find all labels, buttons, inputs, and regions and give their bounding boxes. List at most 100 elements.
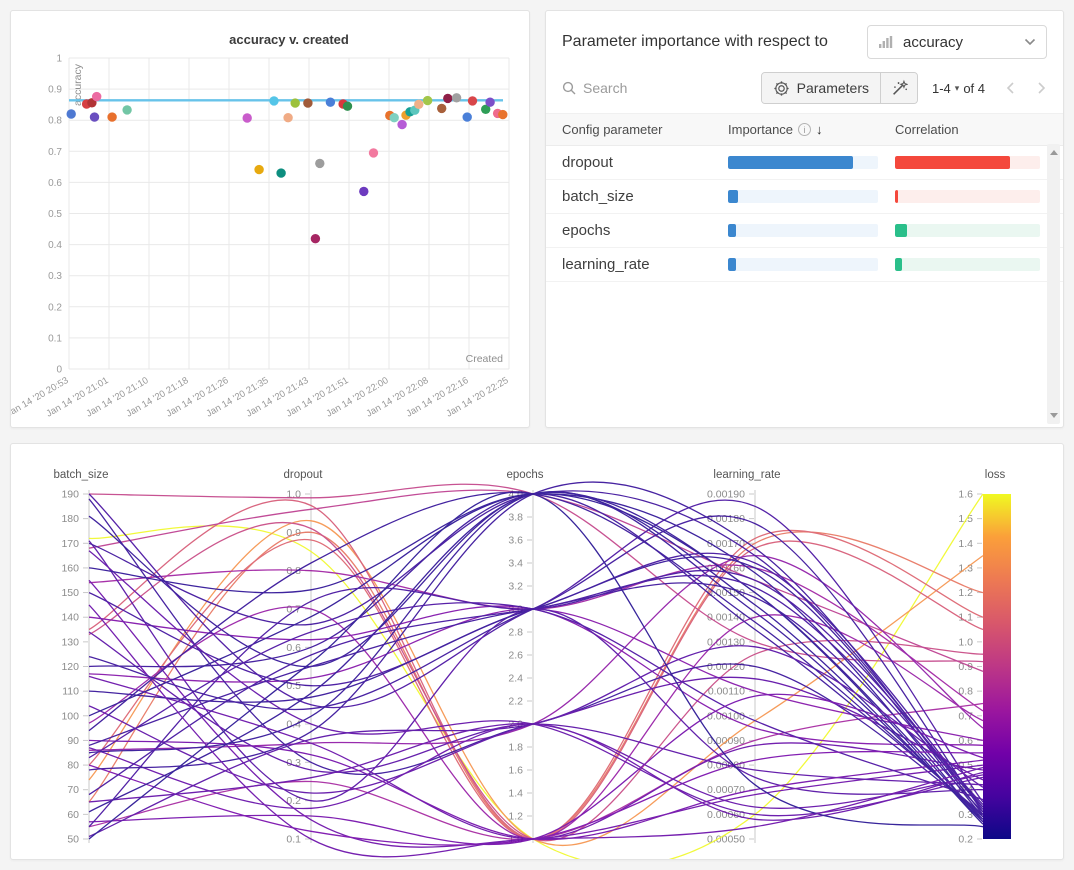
config-parameter-name: learning_rate	[562, 256, 728, 273]
y-tick-label: 0.7	[48, 147, 62, 158]
run-curve[interactable]	[89, 530, 983, 839]
chevron-right-icon	[1036, 81, 1047, 95]
scatter-plot[interactable]: Jan 14 '20 20:53Jan 14 '20 21:01Jan 14 '…	[11, 11, 529, 427]
axis-tick-label: 190	[61, 489, 79, 501]
axis-tick-label: 120	[61, 661, 79, 673]
y-tick-label: 0.9	[48, 85, 62, 96]
scatter-point[interactable]	[343, 102, 352, 111]
axis-tick-label: 0.8	[958, 686, 973, 698]
scatter-point[interactable]	[423, 96, 432, 105]
axis-tick-label: 0.00190	[707, 489, 745, 501]
axis-tick-label: 0.00170	[707, 538, 745, 550]
axis-tick-label: 0.7	[286, 604, 301, 616]
y-tick-label: 0.2	[48, 302, 62, 313]
scatter-point[interactable]	[437, 104, 446, 113]
triangle-down-icon[interactable]	[1050, 413, 1058, 418]
run-curve[interactable]	[89, 532, 983, 839]
info-icon[interactable]: i	[798, 123, 811, 136]
scatter-point[interactable]	[414, 100, 423, 109]
scatter-point[interactable]	[397, 120, 406, 129]
magic-wand-button[interactable]	[880, 73, 917, 103]
pagination-range[interactable]: 1-4	[932, 81, 951, 96]
scatter-point[interactable]	[269, 96, 278, 105]
axis-title: loss	[985, 469, 1006, 481]
scatter-point[interactable]	[485, 98, 494, 107]
metric-dropdown[interactable]: accuracy	[867, 25, 1047, 59]
correlation-bar	[895, 258, 1040, 271]
table-row[interactable]: epochs	[546, 214, 1063, 248]
scatter-point[interactable]	[498, 110, 507, 119]
triangle-up-icon[interactable]	[1050, 150, 1058, 155]
scatter-point[interactable]	[107, 112, 116, 121]
scatter-panel: Jan 14 '20 20:53Jan 14 '20 21:01Jan 14 '…	[10, 10, 530, 428]
pagination-total: of 4	[963, 81, 985, 96]
chevron-down-icon	[1024, 38, 1036, 46]
axis-tick-label: 140	[61, 612, 79, 624]
scatter-point[interactable]	[443, 94, 452, 103]
axis-epochs[interactable]: 1.01.21.41.61.82.02.22.42.62.83.03.23.43…	[506, 469, 543, 846]
axis-tick-label: 0.5	[286, 680, 301, 692]
scatter-point[interactable]	[452, 93, 461, 102]
run-curve[interactable]	[89, 752, 983, 846]
y-tick-label: 0.6	[48, 178, 62, 189]
scatter-point[interactable]	[243, 113, 252, 122]
sort-desc-icon[interactable]: ↓	[816, 122, 823, 137]
axis-tick-label: 3.2	[508, 581, 523, 593]
table-row[interactable]: dropout	[546, 146, 1063, 180]
pagination[interactable]: 1-4 ▾ of 4	[932, 81, 985, 96]
scatter-point[interactable]	[390, 113, 399, 122]
run-curve[interactable]	[89, 520, 983, 845]
scatter-point[interactable]	[359, 187, 368, 196]
table-row[interactable]: batch_size	[546, 180, 1063, 214]
x-axis-label: Created	[466, 353, 504, 365]
scatter-point[interactable]	[369, 148, 378, 157]
config-parameter-name: batch_size	[562, 188, 728, 205]
config-parameter-name: dropout	[562, 154, 728, 171]
scatter-point[interactable]	[291, 98, 300, 107]
run-curve[interactable]	[89, 499, 983, 815]
scatter-point[interactable]	[315, 159, 324, 168]
scatter-point[interactable]	[90, 112, 99, 121]
importance-bar	[728, 224, 878, 237]
scatter-point[interactable]	[276, 168, 285, 177]
axis-tick-label: 110	[62, 686, 79, 698]
parameters-button-label: Parameters	[797, 80, 869, 96]
y-tick-label: 1	[56, 54, 62, 65]
axis-tick-label: 50	[67, 834, 79, 846]
search-input[interactable]: Search	[562, 80, 761, 96]
axis-tick-label: 2.2	[508, 696, 523, 708]
axis-learning_rate[interactable]: 0.000500.000600.000700.000800.000900.001…	[707, 469, 781, 846]
axis-tick-label: 100	[61, 710, 79, 722]
next-page-button[interactable]	[1036, 81, 1047, 95]
scatter-point[interactable]	[67, 109, 76, 118]
axis-tick-label: 1.6	[958, 489, 973, 501]
gear-icon	[773, 80, 790, 97]
run-curve[interactable]	[89, 676, 983, 839]
y-tick-label: 0.1	[48, 333, 62, 344]
scatter-point[interactable]	[254, 165, 263, 174]
parallel-coordinates-plot[interactable]: 5060708090100110120130140150160170180190…	[11, 444, 1063, 859]
axis-tick-label: 0.00060	[707, 809, 745, 821]
scatter-point[interactable]	[326, 98, 335, 107]
parameters-button-group: Parameters	[761, 72, 918, 104]
scatter-point[interactable]	[303, 98, 312, 107]
scatter-point[interactable]	[311, 234, 320, 243]
scatter-point[interactable]	[122, 105, 131, 114]
prev-page-button[interactable]	[1005, 81, 1016, 95]
axis-tick-label: 3.6	[508, 535, 523, 547]
scatter-point[interactable]	[463, 112, 472, 121]
axis-tick-label: 150	[61, 587, 79, 599]
scatter-point[interactable]	[92, 92, 101, 101]
table-row[interactable]: learning_rate	[546, 248, 1063, 282]
axis-tick-label: 180	[61, 513, 79, 525]
panel-title: Parameter importance with respect to	[562, 33, 828, 51]
axis-tick-label: 60	[67, 809, 79, 821]
column-correlation[interactable]: Correlation	[895, 122, 1047, 137]
scatter-point[interactable]	[283, 113, 292, 122]
scatter-point[interactable]	[468, 96, 477, 105]
axis-tick-label: 1.8	[508, 742, 523, 754]
column-importance[interactable]: Importance	[728, 122, 793, 137]
table-scrollbar[interactable]	[1047, 144, 1060, 424]
parameters-button[interactable]: Parameters	[762, 73, 880, 103]
y-tick-label: 0.5	[48, 209, 62, 220]
